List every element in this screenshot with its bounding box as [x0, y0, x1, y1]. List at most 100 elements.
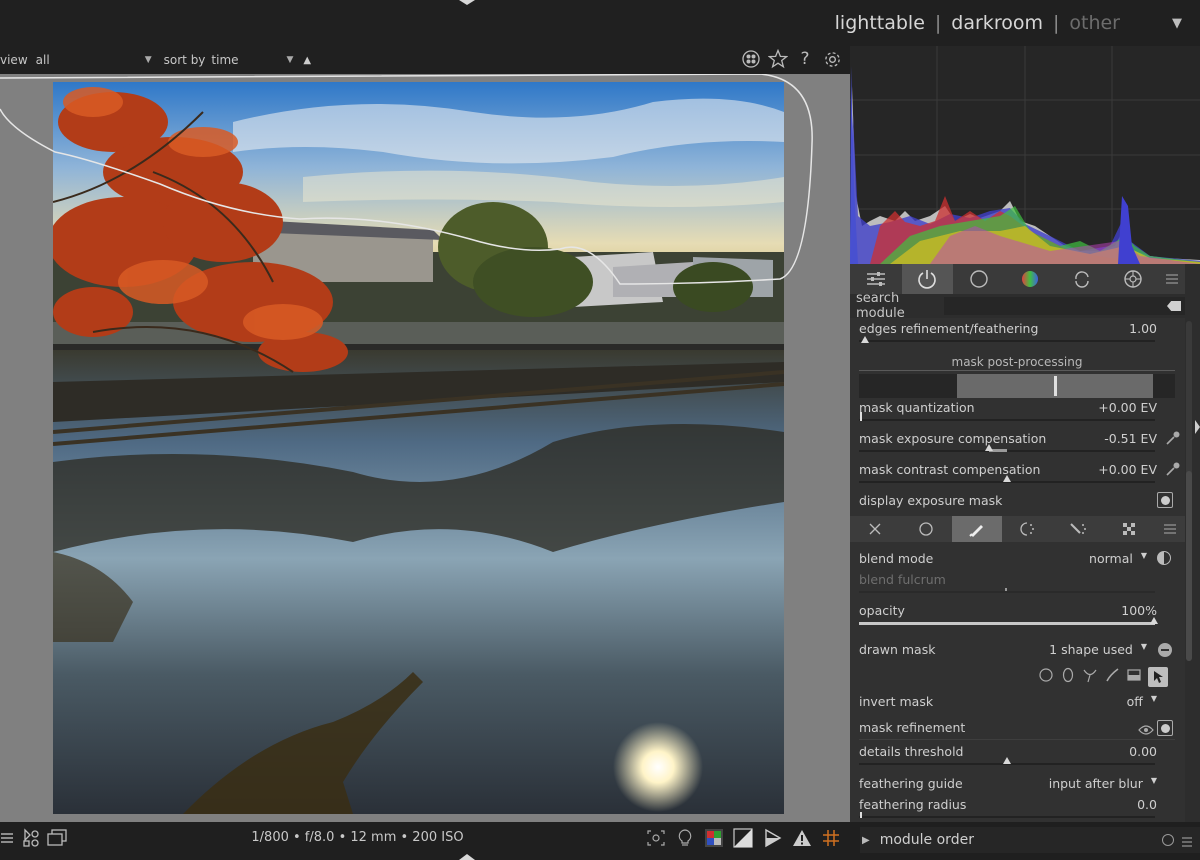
slider-knob[interactable]: [1150, 617, 1158, 624]
drawn-mask-row[interactable]: drawn mask 1 shape used ▼: [859, 642, 1157, 657]
display-mask-icon[interactable]: [1157, 492, 1173, 508]
slider-knob[interactable]: [985, 444, 993, 451]
presets-menu-icon[interactable]: [1182, 835, 1192, 851]
softproof-icon[interactable]: [762, 827, 784, 849]
section-divider: [859, 370, 1175, 371]
photo-preview[interactable]: [53, 82, 784, 814]
opacity-slider[interactable]: opacity 100%: [859, 603, 1157, 618]
star-icon[interactable]: [768, 49, 788, 69]
mask-quantization-slider[interactable]: mask quantization +0.00 EV: [859, 400, 1157, 415]
overexposed-icon[interactable]: [732, 827, 754, 849]
correct-modules-icon[interactable]: [1056, 264, 1108, 294]
mask-exposure-slider[interactable]: mask exposure compensation -0.51 EV: [859, 431, 1157, 446]
bottom-panel-toggle-icon[interactable]: [459, 854, 475, 860]
circle-shape-icon[interactable]: [1038, 667, 1054, 687]
view-filter-select[interactable]: all ▼: [32, 49, 156, 71]
chevron-down-icon: ▼: [1140, 551, 1147, 560]
help-icon[interactable]: ?: [795, 49, 815, 69]
mask-exposure-track[interactable]: [859, 450, 1155, 452]
view-dropdown-icon[interactable]: ▼: [1130, 16, 1200, 31]
color-picker-icon[interactable]: [1165, 461, 1181, 477]
slider-knob[interactable]: [860, 412, 862, 421]
view-lighttable[interactable]: lighttable: [825, 12, 935, 34]
show-shapes-icon[interactable]: [1158, 643, 1172, 657]
mask-levels-handle[interactable]: [1054, 376, 1057, 396]
panel-scrollbar-thumb[interactable]: [1186, 471, 1192, 661]
edges-refinement-track[interactable]: [859, 340, 1155, 342]
histogram[interactable]: [850, 46, 1200, 264]
blend-fulcrum-slider[interactable]: blend fulcrum: [859, 572, 1157, 587]
feathering-radius-track[interactable]: [859, 816, 1155, 818]
feathering-guide-select[interactable]: feathering guide input after blur ▼: [859, 776, 1157, 791]
shapes-used-value: 1 shape used: [1049, 642, 1133, 657]
mask-quantization-track[interactable]: [859, 419, 1155, 421]
gear-icon[interactable]: [822, 49, 842, 69]
module-order-row[interactable]: ▶ module order: [860, 827, 1200, 853]
drawn-parametric-mask-icon[interactable]: [1053, 516, 1104, 542]
chevron-down-icon: ▼: [144, 55, 152, 65]
lightbulb-icon[interactable]: [674, 827, 696, 849]
drawn-mask-label: drawn mask: [859, 642, 936, 657]
active-modules-icon[interactable]: [901, 264, 954, 294]
reset-icon[interactable]: [1162, 834, 1174, 846]
slider-knob[interactable]: [1003, 757, 1011, 764]
opacity-track[interactable]: [859, 622, 1155, 625]
color-modules-icon[interactable]: [1005, 264, 1057, 294]
blend-fulcrum-label: blend fulcrum: [859, 572, 946, 587]
slider-knob[interactable]: [860, 812, 862, 818]
invert-mask-select[interactable]: invert mask off ▼: [859, 694, 1157, 709]
right-panel-toggle-icon[interactable]: [1195, 420, 1200, 434]
slider-knob[interactable]: [1003, 475, 1011, 482]
guides-icon[interactable]: [820, 827, 842, 849]
display-exposure-mask-toggle[interactable]: display exposure mask: [859, 493, 1157, 508]
slider-knob[interactable]: [1005, 588, 1007, 591]
reverse-blend-icon[interactable]: [1157, 551, 1171, 565]
clear-search-icon[interactable]: [1167, 301, 1181, 311]
brush-shape-icon[interactable]: [1104, 667, 1120, 687]
center-view[interactable]: [0, 74, 850, 822]
base-modules-icon[interactable]: [953, 264, 1005, 294]
feathering-radius-slider[interactable]: feathering radius 0.0: [859, 797, 1157, 812]
display-mask-icon[interactable]: [1157, 720, 1173, 736]
quick-access-icon[interactable]: [850, 264, 902, 294]
view-other[interactable]: other: [1059, 12, 1130, 34]
gamut-check-icon[interactable]: [791, 827, 813, 849]
blend-mode-value: normal: [1089, 551, 1133, 566]
effect-modules-icon[interactable]: [1108, 264, 1160, 294]
blend-mode-label: blend mode: [859, 551, 934, 566]
raster-mask-icon[interactable]: [1104, 516, 1155, 542]
blend-off-icon[interactable]: [850, 516, 901, 542]
section-divider: [859, 739, 1175, 740]
gradient-shape-icon[interactable]: [1126, 667, 1142, 687]
blend-menu-icon[interactable]: [1155, 516, 1185, 542]
search-module-label: search module: [856, 291, 905, 321]
uniform-blend-icon[interactable]: [901, 516, 952, 542]
search-input[interactable]: [944, 297, 1185, 315]
color-assessment-icon[interactable]: [703, 827, 725, 849]
edit-shapes-icon[interactable]: [1148, 667, 1168, 687]
ellipse-shape-icon[interactable]: [1060, 667, 1076, 687]
right-panel: search module edges refinement/featherin…: [850, 46, 1200, 822]
blend-mode-select[interactable]: blend mode normal ▼: [859, 551, 1157, 566]
feathering-guide-value: input after blur: [1048, 776, 1143, 791]
eye-icon[interactable]: [1138, 721, 1154, 740]
edges-refinement-slider[interactable]: edges refinement/feathering 1.00: [859, 321, 1157, 336]
mask-levels-bar[interactable]: [859, 374, 1175, 398]
sort-direction-icon[interactable]: ▲: [303, 55, 311, 66]
parametric-mask-icon[interactable]: [1002, 516, 1053, 542]
sort-select[interactable]: time ▼: [207, 49, 297, 71]
color-labels-icon[interactable]: [741, 49, 761, 69]
view-darkroom[interactable]: darkroom: [941, 12, 1053, 34]
color-picker-icon[interactable]: [1165, 430, 1181, 446]
top-panel-toggle-icon[interactable]: [459, 0, 475, 5]
drawn-mask-tab-icon[interactable]: [951, 516, 1003, 542]
focus-peaking-icon[interactable]: [645, 827, 667, 849]
edges-refinement-label: edges refinement/feathering: [859, 321, 1039, 336]
path-shape-icon[interactable]: [1082, 667, 1098, 687]
slider-knob[interactable]: [861, 336, 869, 343]
feathering-radius-label: feathering radius: [859, 797, 967, 812]
top-bar: lighttable | darkroom | other ▼: [0, 0, 1200, 46]
chevron-down-icon: ▼: [1140, 642, 1147, 651]
blend-fulcrum-track[interactable]: [859, 591, 1155, 593]
presets-menu-icon[interactable]: [1159, 264, 1185, 294]
